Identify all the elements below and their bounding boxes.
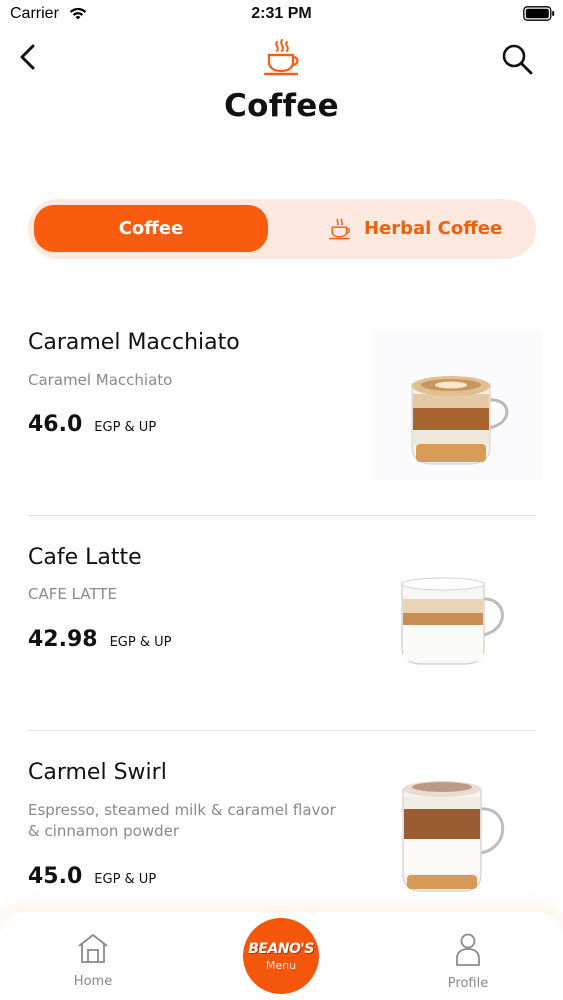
product-price-row: 45.0 EGP & UP xyxy=(28,864,156,889)
product-price-unit: EGP & UP xyxy=(109,635,172,650)
product-item[interactable]: Cafe Latte CAFE LATTE 42.98 EGP & UP xyxy=(0,516,563,730)
product-image xyxy=(401,577,504,665)
tab-herbal-coffee-label: Herbal Coffee xyxy=(364,218,503,239)
search-button[interactable] xyxy=(500,42,534,76)
product-name: Cafe Latte xyxy=(28,545,142,570)
product-image xyxy=(402,781,505,892)
nav-menu-button[interactable]: BEANO'S Menu xyxy=(243,918,319,994)
product-price-row: 42.98 EGP & UP xyxy=(28,627,171,652)
brand-logo: BEANO'S xyxy=(248,940,314,957)
product-item[interactable]: Carmel Swirl Espresso, steamed milk & ca… xyxy=(0,731,563,911)
home-icon xyxy=(78,934,108,963)
product-price-unit: EGP & UP xyxy=(94,420,157,435)
status-bar: Carrier 2:31 PM xyxy=(0,0,563,30)
product-description: CAFE LATTE xyxy=(28,585,117,603)
product-description: Espresso, steamed milk & caramel flavor … xyxy=(28,801,336,840)
product-price: 42.98 xyxy=(28,627,98,652)
category-tabs: Coffee Herbal Coffee xyxy=(28,199,536,259)
nav-profile-label: Profile xyxy=(447,976,489,991)
tab-coffee-label: Coffee xyxy=(118,218,184,239)
back-chevron-icon xyxy=(20,44,35,70)
product-price: 46.0 xyxy=(28,412,83,437)
nav-home[interactable]: Home xyxy=(48,932,138,989)
coffee-cup-icon xyxy=(329,218,350,239)
status-time: 2:31 PM xyxy=(251,5,312,22)
product-description: Caramel Macchiato xyxy=(28,371,173,389)
product-price-unit: EGP & UP xyxy=(94,872,157,887)
nav-menu-label: Menu xyxy=(265,958,297,972)
page-title: Coffee xyxy=(224,88,339,124)
nav-profile[interactable]: Profile xyxy=(423,932,513,991)
product-name: Caramel Macchiato xyxy=(28,330,240,355)
nav-home-label: Home xyxy=(73,974,113,989)
tab-coffee[interactable]: Coffee xyxy=(34,205,268,252)
back-button[interactable] xyxy=(12,40,42,74)
tab-herbal-coffee[interactable]: Herbal Coffee xyxy=(328,205,528,252)
product-item[interactable]: Caramel Macchiato Caramel Macchiato 46.0… xyxy=(0,300,563,515)
product-image xyxy=(372,330,542,480)
bottom-nav: Home BEANO'S Menu Profile xyxy=(0,912,563,1000)
profile-icon xyxy=(456,933,480,966)
product-price: 45.0 xyxy=(28,864,83,889)
coffee-cup-icon xyxy=(263,39,299,76)
search-icon xyxy=(502,44,533,75)
product-name: Carmel Swirl xyxy=(28,760,167,785)
battery-icon xyxy=(523,6,555,21)
product-price-row: 46.0 EGP & UP xyxy=(28,412,156,437)
